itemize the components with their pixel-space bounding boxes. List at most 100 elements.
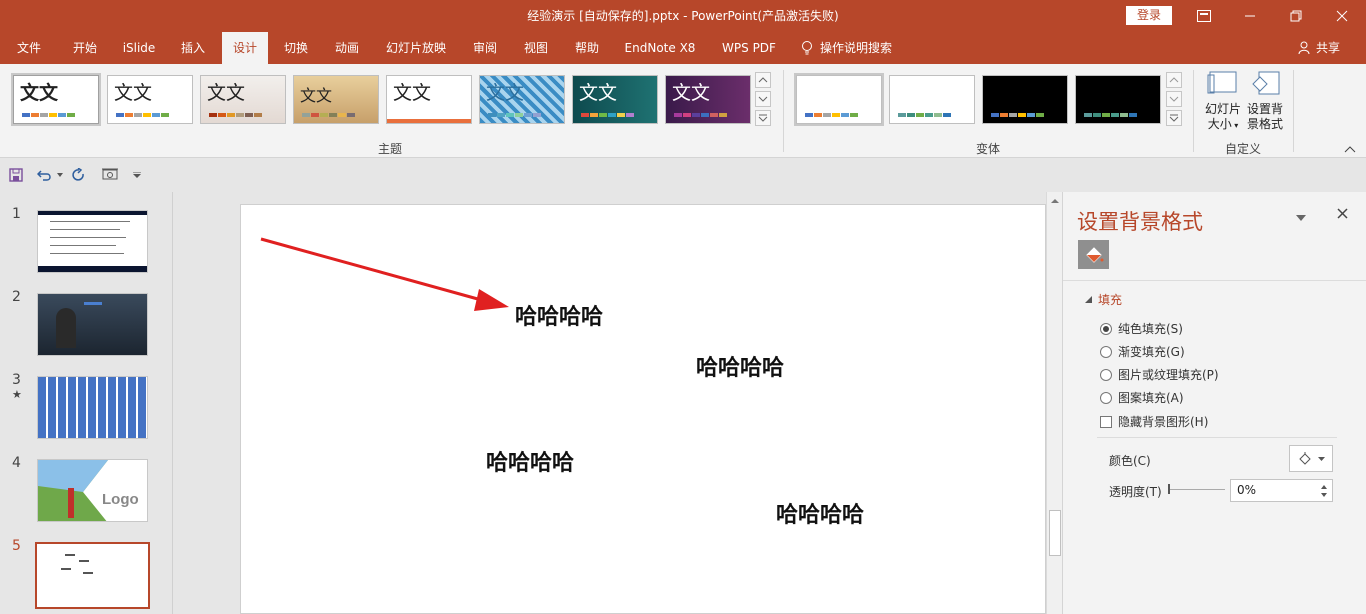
- tab-wps-pdf[interactable]: WPS PDF: [712, 32, 786, 64]
- themes-more-icon[interactable]: [755, 110, 771, 126]
- hide-background-graphics-option[interactable]: 隐藏背景图形(H): [1100, 413, 1208, 430]
- slider-handle[interactable]: [1168, 484, 1170, 494]
- slide-size-button[interactable]: 幻灯片 大小 ▾: [1201, 70, 1245, 133]
- tab-islide[interactable]: iSlide: [114, 32, 164, 64]
- slide-number: 3: [12, 372, 21, 388]
- tell-me-search[interactable]: 操作说明搜索: [800, 32, 910, 64]
- slide-textbox-4[interactable]: 哈哈哈哈: [776, 497, 864, 529]
- undo-icon[interactable]: [37, 166, 53, 184]
- design-ribbon: 文文 文文 文文 文文 文文 文文 文文 文文 主题 变体 幻灯片 大小 ▾ 设…: [0, 64, 1366, 158]
- radio-button[interactable]: [1100, 391, 1112, 404]
- tab-design[interactable]: 设计: [222, 32, 268, 64]
- variants-more-icon[interactable]: [1166, 110, 1182, 126]
- tab-review[interactable]: 审阅: [465, 32, 505, 64]
- variant-4[interactable]: [1075, 75, 1161, 124]
- current-slide[interactable]: 哈哈哈哈 哈哈哈哈 哈哈哈哈 哈哈哈哈: [240, 204, 1046, 614]
- theme-7[interactable]: 文文: [572, 75, 658, 124]
- transparency-input[interactable]: 0%: [1230, 479, 1333, 502]
- slide-textbox-2[interactable]: 哈哈哈哈: [696, 350, 784, 382]
- radio-button[interactable]: [1100, 368, 1112, 381]
- slide-4-preview: Logo: [38, 460, 147, 521]
- slide-thumbnail-3[interactable]: [37, 376, 148, 439]
- share-button[interactable]: 共享: [1298, 32, 1340, 64]
- quick-access-toolbar: [0, 158, 1366, 192]
- transparency-label: 透明度(T): [1109, 485, 1162, 499]
- scrollbar-thumb[interactable]: [1049, 510, 1061, 556]
- theme-office[interactable]: 文文: [11, 73, 101, 126]
- tab-slideshow[interactable]: 幻灯片放映: [378, 32, 454, 64]
- separator: [1097, 437, 1337, 438]
- variants-scroll-down-icon[interactable]: [1166, 91, 1182, 107]
- slide-editor: 哈哈哈哈 哈哈哈哈 哈哈哈哈 哈哈哈哈: [174, 192, 1062, 614]
- theme-5[interactable]: 文文: [386, 75, 472, 124]
- themes-scroll-up-icon[interactable]: [755, 72, 771, 88]
- color-picker-button[interactable]: [1289, 445, 1333, 472]
- pane-options-icon[interactable]: [1296, 210, 1306, 224]
- tab-home[interactable]: 开始: [60, 32, 110, 64]
- theme-office-2[interactable]: 文文: [107, 75, 193, 124]
- tab-file[interactable]: 文件: [6, 32, 52, 64]
- scroll-up-icon[interactable]: [1047, 194, 1063, 208]
- vertical-scrollbar[interactable]: [1046, 192, 1062, 614]
- collapse-ribbon-icon[interactable]: [1344, 142, 1356, 156]
- separator: [783, 70, 784, 152]
- animation-star-icon: ★: [12, 388, 22, 401]
- pane-title: 设置背景格式: [1077, 210, 1203, 234]
- slide-thumbnail-5[interactable]: [35, 542, 150, 609]
- theme-8[interactable]: 文文: [665, 75, 751, 124]
- fill-section-label: 填充: [1098, 293, 1123, 307]
- slide-textbox-3[interactable]: 哈哈哈哈: [486, 445, 574, 477]
- variants-scroll-up-icon[interactable]: [1166, 72, 1182, 88]
- tab-insert[interactable]: 插入: [170, 32, 216, 64]
- picture-texture-fill-option[interactable]: 图片或纹理填充(P): [1100, 366, 1219, 383]
- radio-button[interactable]: [1100, 322, 1112, 335]
- radio-button[interactable]: [1100, 345, 1112, 358]
- redo-icon[interactable]: [72, 166, 86, 184]
- tab-transitions[interactable]: 切换: [274, 32, 318, 64]
- slide-thumbnail-4[interactable]: Logo: [37, 459, 148, 522]
- slide-number: 2: [12, 289, 21, 305]
- slide-size-icon: [1207, 71, 1237, 94]
- gradient-fill-option[interactable]: 渐变填充(G): [1100, 343, 1185, 360]
- format-background-pane: 设置背景格式 填充 纯色填充(S) 渐变填充(G) 图片或纹理填充(P) 图案填…: [1062, 192, 1366, 614]
- spinner-arrows-icon[interactable]: [1320, 483, 1328, 499]
- ribbon-display-icon[interactable]: [1181, 0, 1227, 32]
- customize-qat-icon[interactable]: [133, 166, 141, 184]
- slide-number: 4: [12, 455, 21, 471]
- format-background-icon: [1252, 71, 1280, 95]
- solid-fill-option[interactable]: 纯色填充(S): [1100, 320, 1183, 337]
- variant-1[interactable]: [794, 73, 884, 126]
- tab-animations[interactable]: 动画: [325, 32, 369, 64]
- slide-thumbnail-1[interactable]: [37, 210, 148, 273]
- undo-dropdown-icon[interactable]: [57, 166, 63, 184]
- fill-bucket-icon[interactable]: [1078, 240, 1109, 269]
- theme-4[interactable]: 文文: [293, 75, 379, 124]
- ribbon-tabs: 文件 开始 iSlide 插入 设计 切换 动画 幻灯片放映 审阅 视图 帮助 …: [0, 32, 1366, 64]
- tab-help[interactable]: 帮助: [566, 32, 608, 64]
- format-background-button[interactable]: 设置背 景格式: [1243, 70, 1287, 132]
- pane-close-icon[interactable]: [1337, 208, 1348, 222]
- variants-group-label: 变体: [975, 142, 1000, 156]
- paint-bucket-icon: [1298, 451, 1311, 465]
- slide-textbox-1[interactable]: 哈哈哈哈: [515, 299, 603, 331]
- fill-section-header[interactable]: 填充: [1085, 291, 1122, 308]
- themes-scroll-down-icon[interactable]: [755, 91, 771, 107]
- theme-6[interactable]: 文文: [479, 75, 565, 124]
- tab-view[interactable]: 视图: [514, 32, 558, 64]
- save-icon[interactable]: [9, 166, 23, 184]
- theme-3[interactable]: 文文: [200, 75, 286, 124]
- login-button[interactable]: 登录: [1126, 6, 1172, 25]
- start-slideshow-icon[interactable]: [101, 166, 119, 184]
- minimize-icon[interactable]: [1227, 0, 1273, 32]
- transparency-slider[interactable]: [1168, 484, 1225, 494]
- variant-3[interactable]: [982, 75, 1068, 124]
- slide-thumbnail-2[interactable]: [37, 293, 148, 356]
- pattern-fill-option[interactable]: 图案填充(A): [1100, 389, 1184, 406]
- restore-icon[interactable]: [1273, 0, 1319, 32]
- expanded-triangle-icon: [1085, 296, 1092, 303]
- person-icon: [1298, 41, 1310, 55]
- tab-endnote[interactable]: EndNote X8: [618, 32, 702, 64]
- close-icon[interactable]: [1319, 0, 1365, 32]
- checkbox[interactable]: [1100, 415, 1112, 428]
- variant-2[interactable]: [889, 75, 975, 124]
